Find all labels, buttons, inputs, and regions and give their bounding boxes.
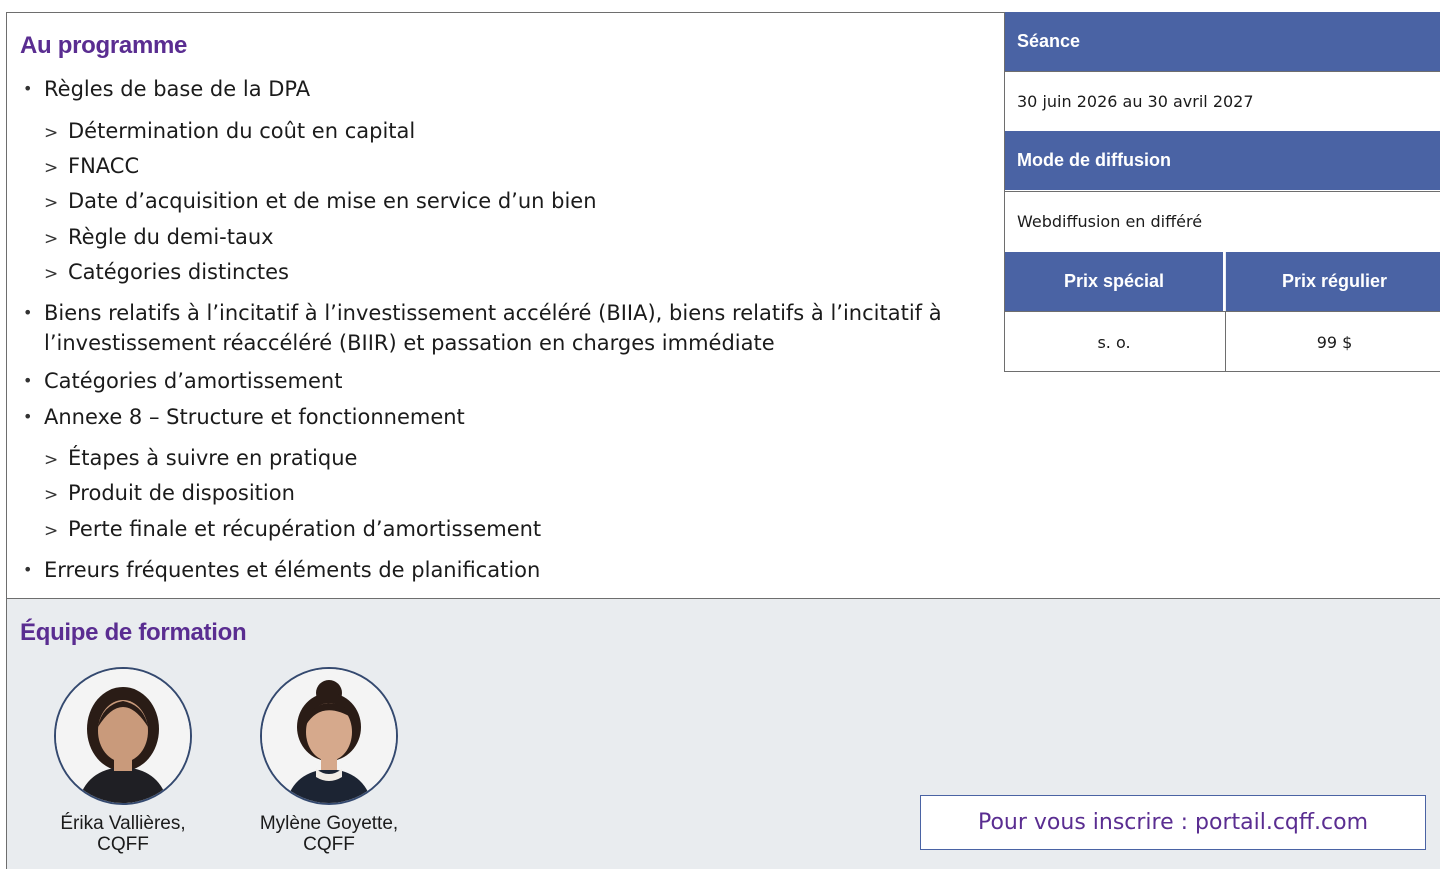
mode-row: Webdiffusion en différé	[1005, 191, 1440, 251]
program-item-text: Catégories distinctes	[68, 260, 289, 284]
program-item-text: Biens relatifs à l’incitatif à l’investi…	[44, 301, 942, 355]
program-subitem: > Catégories distinctes	[44, 257, 289, 289]
team-title: Équipe de formation	[20, 619, 247, 646]
seance-label: Séance	[1017, 31, 1081, 51]
price-special-label: Prix spécial	[1005, 252, 1223, 311]
price-value-row: s. o. 99 $	[1005, 311, 1440, 372]
program-item-text: Règle du demi-taux	[68, 225, 274, 249]
program-item-text: Perte finale et récupération d’amortisse…	[68, 517, 542, 541]
team-member: Mylène Goyette, CQFF	[229, 667, 429, 855]
team-section: Équipe de formation Érika Vallières, CQF…	[6, 598, 1440, 869]
program-item-text: Étapes à suivre en pratique	[68, 446, 358, 470]
program-item: • Erreurs fréquentes et éléments de plani…	[23, 555, 964, 585]
person-photo-icon	[56, 669, 190, 803]
bullet-icon: •	[23, 303, 33, 322]
chevron-right-icon: >	[44, 193, 59, 213]
member-title: CQFF	[303, 834, 355, 855]
price-header-row: Prix spécial Prix régulier	[1005, 252, 1440, 311]
program-subitem: > Date d’acquisition et de mise en servic…	[44, 186, 597, 218]
program-item: • Catégories d’amortissement	[23, 366, 964, 396]
person-photo-icon	[262, 669, 396, 803]
chevron-right-icon: >	[44, 264, 59, 284]
program-subitem: > Détermination du coût en capital	[44, 116, 415, 148]
session-info-table: Séance 30 juin 2026 au 30 avril 2027 Mod…	[1004, 12, 1440, 372]
member-title: CQFF	[97, 834, 149, 855]
avatar	[260, 667, 398, 805]
member-name: Mylène Goyette,	[259, 813, 399, 834]
seance-header: Séance	[1005, 12, 1440, 71]
program-item: • Biens relatifs à l’incitatif à l’invest…	[23, 298, 964, 358]
program-item-text: Erreurs fréquentes et éléments de planif…	[44, 558, 541, 582]
program-item-text: Règles de base de la DPA	[44, 77, 311, 101]
bullet-icon: •	[23, 560, 33, 579]
chevron-right-icon: >	[44, 450, 59, 470]
program-item-text: Date d’acquisition et de mise en service…	[68, 189, 597, 213]
program-subitem: > Perte finale et récupération d’amortiss…	[44, 514, 541, 546]
chevron-right-icon: >	[44, 123, 59, 143]
chevron-right-icon: >	[44, 229, 59, 249]
bullet-icon: •	[23, 79, 33, 98]
program-section: Au programme • Règles de base de la DPA > D…	[6, 12, 1004, 598]
program-item: • Règles de base de la DPA	[23, 74, 964, 104]
program-subitem: > Étapes à suivre en pratique	[44, 443, 357, 475]
price-regular-value: 99 $	[1225, 312, 1440, 372]
program-subitem: > FNACC	[44, 151, 139, 183]
mode-label: Mode de diffusion	[1017, 150, 1171, 170]
program-item-text: Détermination du coût en capital	[68, 119, 416, 143]
avatar	[54, 667, 192, 805]
program-subitem: > Produit de disposition	[44, 478, 295, 510]
register-link-button[interactable]: Pour vous inscrire : portail.cqff.com	[920, 795, 1426, 850]
bullet-icon: •	[23, 407, 33, 426]
mode-value: Webdiffusion en différé	[1017, 212, 1203, 231]
program-item-text: Produit de disposition	[68, 481, 295, 505]
member-name: Érika Vallières,	[60, 813, 186, 834]
mode-header: Mode de diffusion	[1005, 131, 1440, 190]
team-member: Érika Vallières, CQFF	[23, 667, 223, 855]
price-special-value: s. o.	[1097, 332, 1131, 352]
program-title: Au programme	[20, 32, 188, 59]
program-item-text: Catégories d’amortissement	[44, 369, 343, 393]
chevron-right-icon: >	[44, 158, 59, 178]
price-regular-label: Prix régulier	[1225, 252, 1440, 311]
chevron-right-icon: >	[44, 521, 59, 541]
program-item: • Annexe 8 – Structure et fonctionnement	[23, 402, 964, 432]
seance-row: 30 juin 2026 au 30 avril 2027	[1005, 71, 1440, 131]
chevron-right-icon: >	[44, 485, 59, 505]
bullet-icon: •	[23, 371, 33, 390]
program-item-text: FNACC	[68, 154, 140, 178]
program-item-text: Annexe 8 – Structure et fonctionnement	[44, 405, 465, 429]
seance-value: 30 juin 2026 au 30 avril 2027	[1017, 92, 1254, 111]
program-subitem: > Règle du demi-taux	[44, 222, 274, 254]
